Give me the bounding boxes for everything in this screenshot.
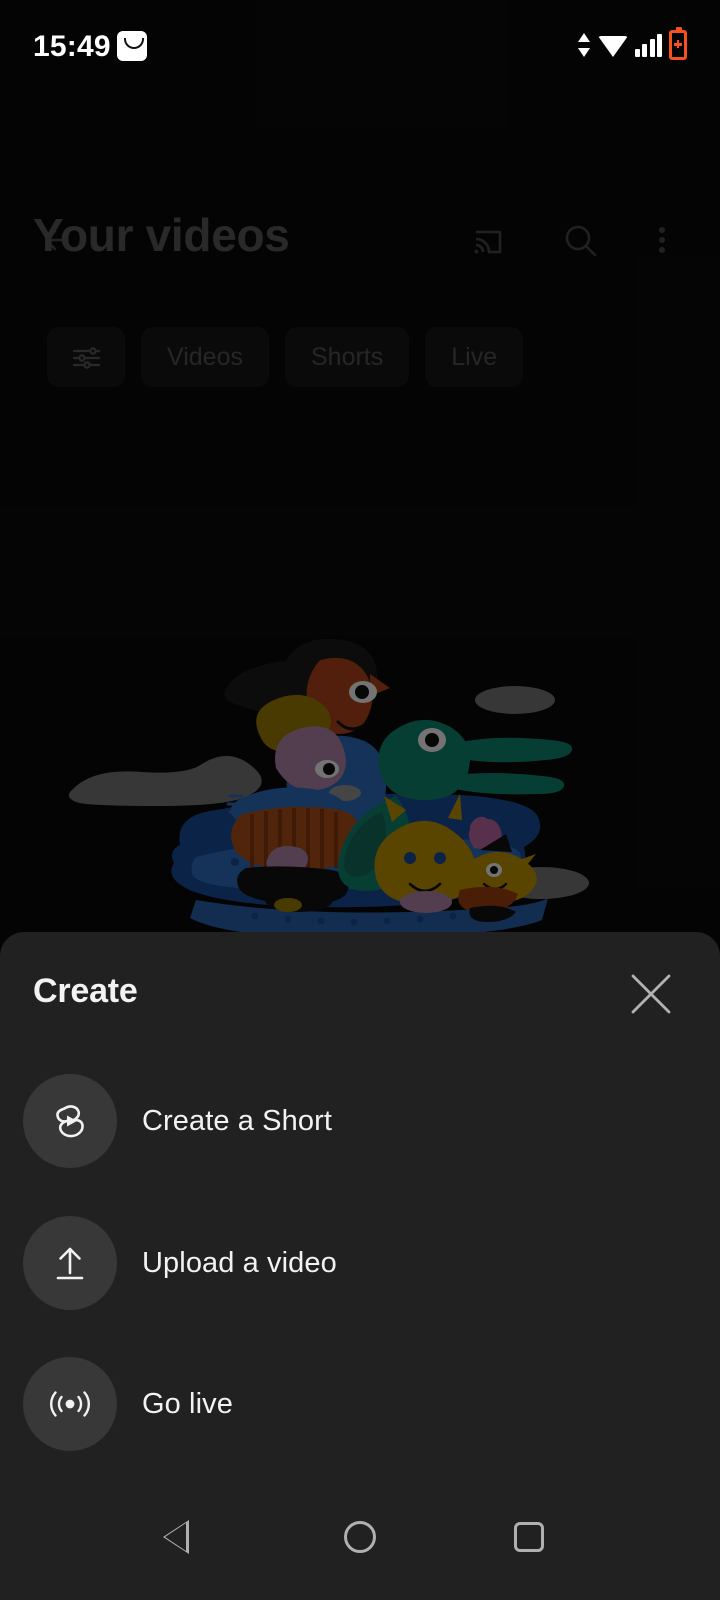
broadcast-icon [23, 1357, 117, 1451]
search-icon[interactable] [552, 212, 608, 268]
chip-filter[interactable] [47, 327, 125, 387]
android-navigation-bar [0, 1474, 720, 1600]
status-time: 15:49 [33, 30, 111, 63]
data-transfer-icon [577, 32, 591, 58]
sheet-option-label: Create a Short [142, 1104, 332, 1137]
chip-shorts[interactable]: Shorts [285, 327, 410, 387]
page-title: Your videos [33, 209, 290, 261]
wifi-icon [597, 33, 628, 57]
chip-videos[interactable]: Videos [141, 327, 269, 387]
sheet-option-go-live[interactable]: Go live [0, 1357, 720, 1451]
app-bar [0, 100, 720, 257]
sheet-option-label: Upload a video [142, 1246, 337, 1279]
sheet-option-create-a-short[interactable]: Create a Short [0, 1074, 720, 1168]
people-and-pets-on-film-rug-illustration [0, 600, 720, 940]
sheet-option-upload-a-video[interactable]: Upload a video [0, 1216, 720, 1310]
status-icons [577, 27, 687, 62]
battery-charging-icon [669, 27, 687, 60]
filter-sliders-icon [72, 347, 101, 369]
chip-live[interactable]: Live [425, 327, 524, 387]
smiley-notification-icon [117, 31, 147, 61]
filter-chip-row: Videos Shorts Live [47, 327, 524, 387]
cast-icon[interactable] [458, 212, 514, 268]
nav-back-triangle-icon[interactable] [149, 1510, 203, 1564]
phone-screen: Your videos Videos Shorts Live Create Cr… [0, 0, 720, 1600]
more-vertical-icon[interactable] [634, 212, 690, 268]
nav-recents-square-icon[interactable] [502, 1510, 556, 1564]
status-bar: 15:49 [0, 0, 720, 92]
shorts-icon [23, 1074, 117, 1168]
sheet-title: Create [33, 972, 138, 1010]
close-icon[interactable] [622, 965, 680, 1023]
nav-home-circle-icon[interactable] [333, 1510, 387, 1564]
upload-icon [23, 1216, 117, 1310]
sheet-option-label: Go live [142, 1387, 233, 1420]
cellular-signal-icon [634, 33, 662, 57]
